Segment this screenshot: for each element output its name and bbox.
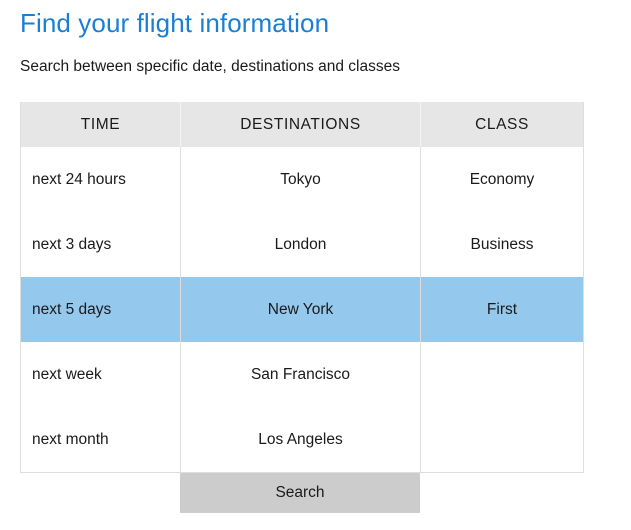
- search-button[interactable]: Search: [180, 473, 420, 513]
- table-header-row: TIME DESTINATIONS CLASS: [21, 102, 583, 147]
- table-row-selected[interactable]: next 5 days New York First: [21, 277, 583, 342]
- page-title: Find your flight information: [20, 7, 329, 39]
- column-header-destinations[interactable]: DESTINATIONS: [181, 102, 421, 147]
- cell-destination[interactable]: London: [181, 212, 421, 277]
- cell-time[interactable]: next 24 hours: [21, 147, 181, 212]
- cell-time[interactable]: next 3 days: [21, 212, 181, 277]
- cell-time[interactable]: next 5 days: [21, 277, 181, 342]
- cell-class[interactable]: First: [421, 277, 583, 342]
- cell-time[interactable]: next month: [21, 407, 181, 472]
- column-header-time[interactable]: TIME: [21, 102, 181, 147]
- cell-class[interactable]: [421, 342, 583, 407]
- table-row[interactable]: next 24 hours Tokyo Economy: [21, 147, 583, 212]
- cell-destination[interactable]: Tokyo: [181, 147, 421, 212]
- cell-time[interactable]: next week: [21, 342, 181, 407]
- cell-destination[interactable]: Los Angeles: [181, 407, 421, 472]
- cell-class[interactable]: Economy: [421, 147, 583, 212]
- page-subtitle: Search between specific date, destinatio…: [20, 57, 400, 77]
- table-row[interactable]: next month Los Angeles: [21, 407, 583, 472]
- table-row[interactable]: next week San Francisco: [21, 342, 583, 407]
- table-row[interactable]: next 3 days London Business: [21, 212, 583, 277]
- cell-destination[interactable]: New York: [181, 277, 421, 342]
- cell-destination[interactable]: San Francisco: [181, 342, 421, 407]
- cell-class[interactable]: Business: [421, 212, 583, 277]
- cell-class[interactable]: [421, 407, 583, 472]
- flight-search-table: TIME DESTINATIONS CLASS next 24 hours To…: [20, 102, 584, 473]
- column-header-class[interactable]: CLASS: [421, 102, 583, 147]
